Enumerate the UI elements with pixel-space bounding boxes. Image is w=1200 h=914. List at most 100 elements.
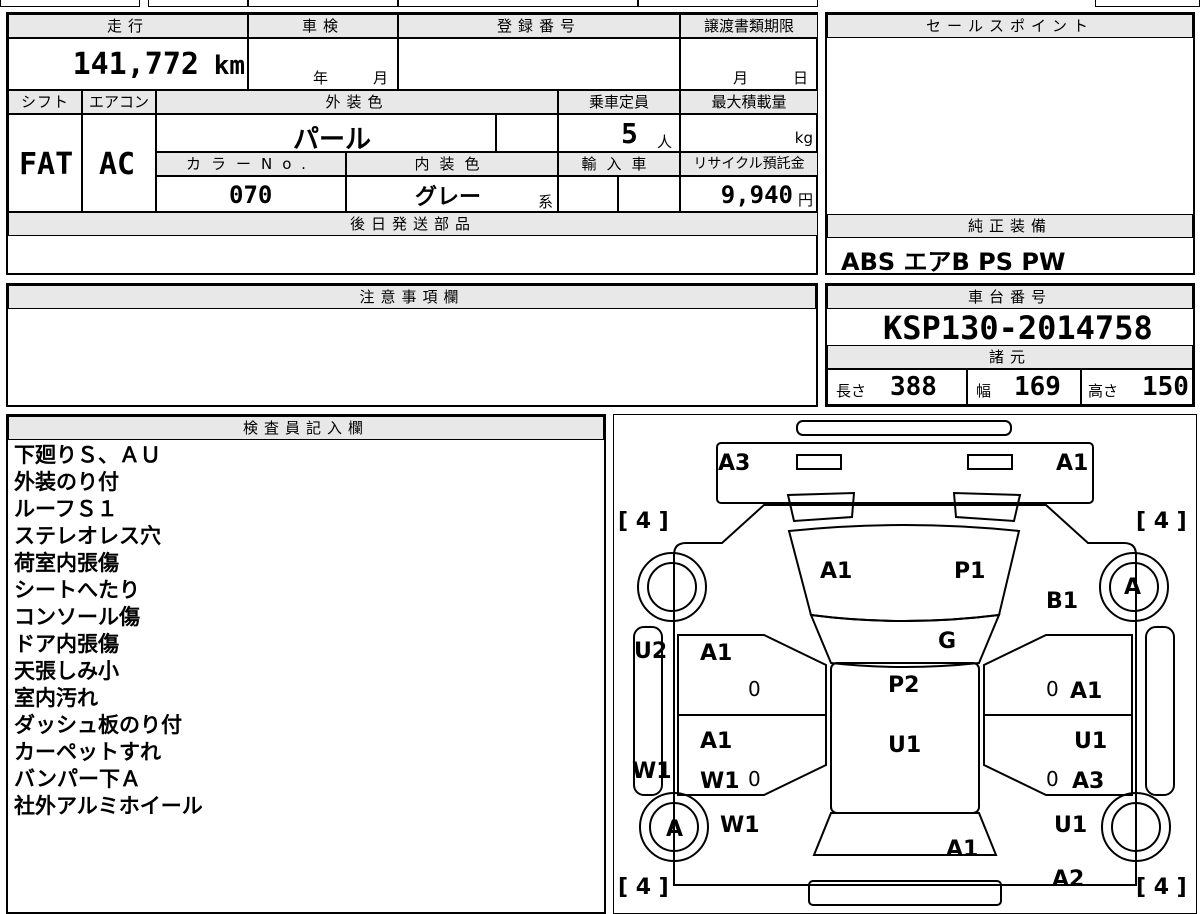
length-label: 長さ [836, 382, 867, 400]
mark-p1-hood: P1 [954, 559, 986, 584]
inspection-label: 車検 [248, 14, 398, 38]
mark-w1-left-sill: W1 [632, 759, 672, 784]
chassis-number-label: 車台番号 [827, 285, 1193, 309]
length-cell: 長さ 388 [827, 369, 967, 405]
front-right-door [983, 634, 1133, 716]
interior-color-suffix: 系 [537, 193, 553, 211]
width-cell: 幅 169 [967, 369, 1081, 405]
transfer-month: 月 [733, 69, 749, 87]
right-sill [1145, 626, 1175, 796]
remark-item: バンパー下Ａ [14, 767, 142, 791]
color-no-value: 070 [229, 181, 273, 209]
interior-color-cell: グレー 系 [346, 176, 558, 212]
windshield [809, 613, 1001, 668]
mark-0-front-right: 0 [1046, 677, 1059, 701]
top-strip-cell [248, 0, 398, 7]
color-no-cell: 070 [156, 176, 346, 212]
recycle-fee-value: 9,940 [720, 181, 793, 209]
sales-point-box: セールスポイント 純正装備 ABS エアB PS PW [825, 12, 1195, 276]
mark-u2-left-sill: U2 [634, 639, 668, 664]
remarks-list: 下廻りＳ、ＡＵ 外装のり付 ルーフＳ１ ステレオレス穴 荷室内張傷 シートへたり… [14, 442, 203, 820]
grille-right [952, 491, 1022, 523]
remark-item: 下廻りＳ、ＡＵ [14, 443, 161, 467]
remark-item: シートへたり [14, 578, 140, 602]
mark-a1-front-left-door: A1 [700, 641, 733, 666]
mark-a-wheel-rear-left: A [666, 817, 684, 842]
mark-a3-rear-right-door: A3 [1072, 769, 1105, 794]
capacity-value: 5 [621, 117, 638, 150]
equipment-label: 純正装備 [827, 214, 1193, 238]
max-load-label: 最大積載量 [680, 90, 818, 114]
import-cell-b [618, 176, 680, 212]
remark-item: カーペットすれ [14, 740, 161, 764]
width-value: 169 [1014, 372, 1061, 402]
mileage-cell: 141,772 km [8, 38, 248, 90]
remark-item: ルーフＳ１ [14, 497, 118, 521]
max-load-cell: kg [680, 114, 818, 152]
capacity-label: 乗車定員 [558, 90, 680, 114]
mark-w1-rear-left: W1 [720, 813, 760, 838]
mark-g-windshield: G [938, 629, 957, 654]
inspection-month: 月 [373, 69, 389, 87]
exterior-color-cell: パール [156, 114, 496, 155]
mark-0-front-left: 0 [748, 677, 761, 701]
mark-u1-roof: U1 [888, 733, 922, 758]
mark-a1-tailgate: A1 [946, 837, 979, 862]
headlight-right [967, 454, 1013, 470]
mark-a-wheel-front-right: A [1124, 575, 1142, 600]
remark-item: 荷室内張傷 [14, 551, 119, 575]
shift-cell: FAT [8, 114, 82, 212]
chassis-number-value: KSP130-2014758 [883, 309, 1153, 347]
length-value: 388 [890, 372, 937, 402]
inspection-year: 年 [313, 69, 329, 87]
max-load-unit: kg [794, 129, 813, 147]
mark-a1-rear-left-door: A1 [700, 729, 733, 754]
recycle-fee-label: リサイクル預託金 [680, 152, 818, 176]
remark-item: 天張しみ小 [14, 659, 119, 683]
remark-item: 社外アルミホイール [14, 794, 203, 818]
front-bumper-bar [796, 420, 1012, 436]
tire-tread-front-left: [ 4 ] [618, 509, 669, 534]
inspector-label: 検査員記入欄 [8, 416, 604, 440]
import-cell-a [558, 176, 618, 212]
height-cell: 高さ 150 [1081, 369, 1193, 405]
exterior-extra-cell [496, 114, 558, 152]
mark-a1-front-right: A1 [1056, 451, 1089, 476]
mark-w1-rear-left-door: W1 [700, 769, 740, 794]
wheel-front-left-inner [647, 562, 697, 612]
transfer-deadline-label: 譲渡書類期限 [680, 14, 818, 38]
color-no-label: カラーNo. [156, 152, 346, 176]
remark-item: ステレオレス穴 [14, 524, 161, 548]
registration-cell [398, 38, 680, 90]
mark-u1-rear-right-door: U1 [1074, 729, 1108, 754]
exterior-color-value: パール [293, 125, 372, 155]
mark-p2-roof: P2 [888, 673, 920, 698]
mark-a3-front-left: A3 [718, 451, 751, 476]
equipment-value: ABS エアB PS PW [841, 248, 1066, 276]
mileage-value: 141,772 [72, 47, 199, 82]
headlight-left [796, 454, 842, 470]
mark-0-rear-right: 0 [1046, 767, 1059, 791]
height-value: 150 [1142, 372, 1189, 402]
interior-color-label: 内装色 [346, 152, 558, 176]
exterior-color-label: 外装色 [156, 90, 558, 114]
mark-u1-rear-right: U1 [1054, 813, 1088, 838]
aircon-cell: AC [82, 114, 156, 212]
mark-a1-hood: A1 [820, 559, 853, 584]
width-label: 幅 [976, 382, 992, 400]
inspection-cell: 年 月 [248, 38, 398, 90]
tire-tread-front-right: [ 4 ] [1136, 509, 1187, 534]
remark-item: ドア内張傷 [14, 632, 119, 656]
height-label: 高さ [1088, 382, 1119, 400]
capacity-cell: 5 人 [558, 114, 680, 152]
tire-tread-rear-left: [ 4 ] [618, 875, 669, 900]
specs-label: 諸元 [827, 345, 1193, 369]
top-strip-cell [638, 0, 818, 7]
import-label: 輸入車 [558, 152, 680, 176]
interior-color-value: グレー [415, 185, 482, 210]
registration-label: 登録番号 [398, 14, 680, 38]
transfer-cell: 月 日 [680, 38, 818, 90]
mark-b1-fender: B1 [1046, 589, 1079, 614]
mark-0-rear-left: 0 [748, 767, 761, 791]
vehicle-info-box: 走行 車検 登録番号 譲渡書類期限 141,772 km 年 月 月 日 シフト… [6, 12, 818, 275]
